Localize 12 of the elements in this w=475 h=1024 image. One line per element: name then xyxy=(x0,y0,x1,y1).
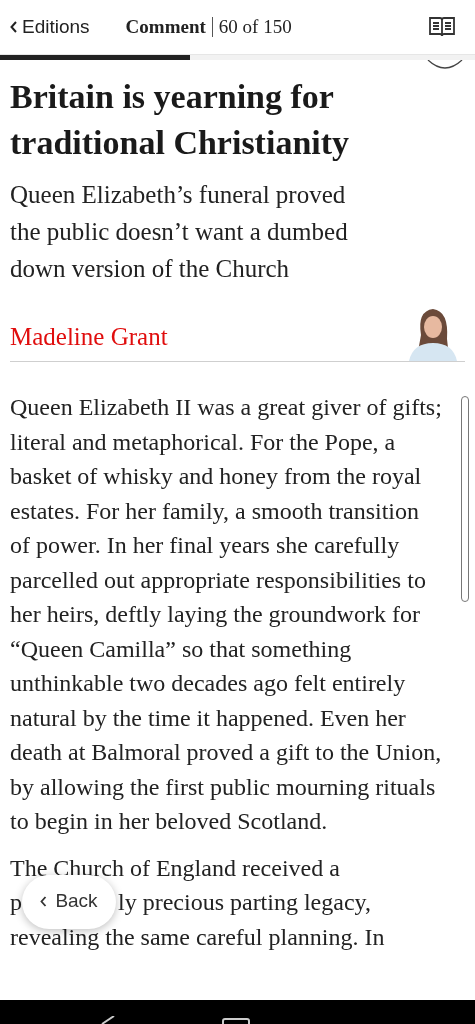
back-link[interactable]: Editions xyxy=(10,12,90,42)
body-text: ly precious parting legacy, xyxy=(118,888,372,917)
body-text: p xyxy=(10,888,22,917)
article-position: 60 of 150 xyxy=(218,14,292,39)
section-title: Comment xyxy=(125,14,206,39)
author-name[interactable]: Madeline Grant xyxy=(10,317,168,355)
headline: Britain is yearning for traditional Christianity xyxy=(10,77,351,163)
standfirst: Queen Elizabeth’s funeral proved the public doesn’t want a dumbed down version of the Church xyxy=(10,180,349,284)
chevron-left-icon xyxy=(40,896,48,907)
chevron-left-icon xyxy=(10,21,18,33)
body-paragraph: Queen Elizabeth II was a great giver of gifts; literal and metaphorical. For the Pope, a basket of whisky and honey from the royal estates. For her family, a smooth transition of power. In her final years she carefully parcelled out appropriate responsibilities to her heirs, deftly laying the groundwork for “Queen Camilla” so that something unthinkable two decades ago felt entirely natural by the time it happened. Even her death at Balmoral proved a gift to the Union, by allowing the first public mourning rituals to begin in her beloved Scotland. xyxy=(10,393,443,836)
book-icon[interactable] xyxy=(429,16,455,38)
